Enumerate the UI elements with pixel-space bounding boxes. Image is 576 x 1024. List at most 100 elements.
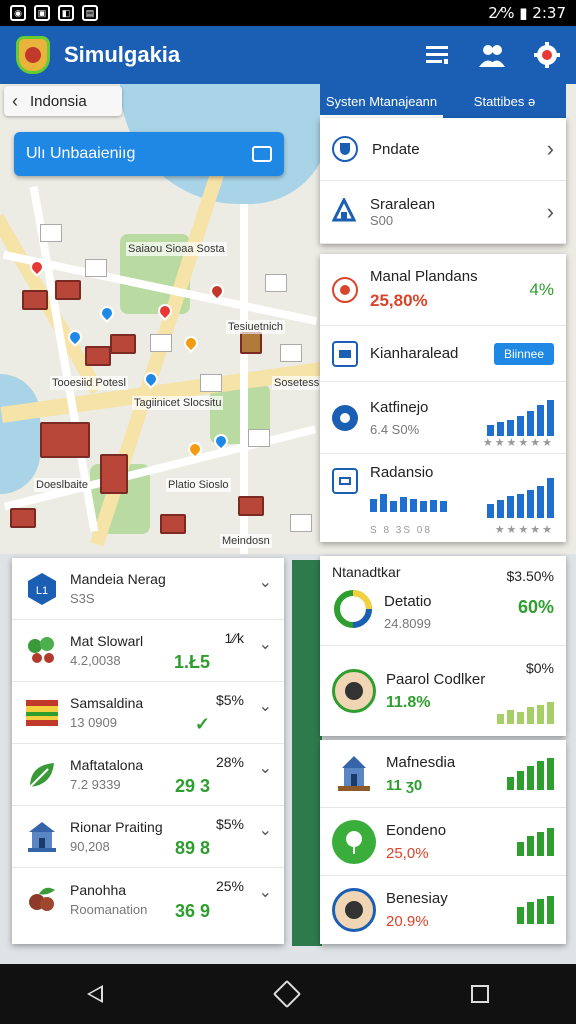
back-icon[interactable] <box>87 985 103 1003</box>
detail-value: 11.8% <box>386 693 431 711</box>
tab-system-management[interactable]: Systen Mtanajeann <box>320 84 443 118</box>
detail-row[interactable]: Eondeno 25,0% <box>320 808 566 876</box>
house-marker <box>110 334 136 354</box>
map-pin[interactable] <box>181 333 201 353</box>
map-label: Doeslbaite <box>34 478 90 492</box>
detail-percent: $3.50% <box>506 568 554 584</box>
list-item[interactable]: Rionar Praiting 90,208 $5% 89 8 ⌄ <box>12 806 284 868</box>
status-right: 2⁄% ▮ 2:37 <box>488 4 566 22</box>
building <box>40 224 62 242</box>
chevron-left-icon[interactable]: ‹ <box>12 91 18 112</box>
system-nav-bar <box>0 964 576 1024</box>
stat-row[interactable]: Manal Plandans 25,80% 4% <box>320 254 566 326</box>
item-sub: Roomanation <box>70 901 148 917</box>
building <box>290 514 312 532</box>
chevron-down-icon[interactable]: ⌄ <box>259 634 272 654</box>
chevron-down-icon[interactable]: ⌄ <box>259 758 272 778</box>
detail-row[interactable]: Ntanadtkar $3.50% Detatio 24.8099 60% <box>320 556 566 646</box>
sparkline-bar <box>400 497 407 512</box>
landmark-marker <box>240 332 262 354</box>
sparkline-bar <box>517 907 524 924</box>
gear-icon <box>332 404 358 431</box>
chevron-down-icon[interactable]: ⌄ <box>259 882 272 902</box>
location-pin-icon <box>332 819 376 864</box>
stat-extra: 4% <box>529 279 554 299</box>
bar-sparkline <box>517 896 554 924</box>
stat-title: Manal Plandans <box>370 268 478 285</box>
list-item-subtitle: S00 <box>370 213 394 228</box>
chat-icon <box>332 340 358 367</box>
detail-row[interactable]: Paarol Codlker 11.8% $0% <box>320 646 566 736</box>
home-icon[interactable] <box>272 979 302 1009</box>
item-name: Samsaldina <box>70 695 144 711</box>
temple-icon <box>24 819 60 855</box>
chevron-right-icon[interactable]: › <box>547 136 554 162</box>
detail-row[interactable]: Benesiay 20.9% <box>320 876 566 944</box>
building <box>265 274 287 292</box>
search-bar[interactable]: Ulı Unbaaieniıg <box>14 132 284 176</box>
item-percent: $5% <box>215 816 244 832</box>
list-item[interactable]: Mat Slowarl 4.2,0038 1⁄⁄k 1.Ł5 ⌄ <box>12 620 284 682</box>
house-marker <box>22 290 48 310</box>
breadcrumb[interactable]: ‹ Indonsia <box>4 86 122 116</box>
recent-apps-icon[interactable] <box>471 985 489 1003</box>
list-item[interactable]: Maftatalona 7.2 9339 28% 29 3 ⌄ <box>12 744 284 806</box>
users-icon[interactable] <box>478 42 506 68</box>
svg-text:L1: L1 <box>36 585 48 597</box>
list-item[interactable]: L1 Mandeia Nerag S3S ⌄ <box>12 558 284 620</box>
item-sub: 7.2 9339 <box>70 777 121 792</box>
status-bar: ◉ ▣ ◧ ▤ 2⁄% ▮ 2:37 <box>0 0 576 26</box>
sparkline-bar <box>527 490 534 518</box>
stat-row[interactable]: Radansio S 8 3S 08 ★★★★★ <box>320 454 566 542</box>
item-value: 36 9 <box>174 901 210 921</box>
list-item[interactable]: Panohha Roomanation 25% 36 9 ⌄ <box>12 868 284 930</box>
list-icon[interactable] <box>424 44 450 66</box>
sparkline-bar <box>527 707 534 724</box>
image-icon[interactable] <box>252 146 272 162</box>
stat-row[interactable]: Kianharalead Biinnee <box>320 326 566 382</box>
item-name: Maftatalona <box>70 757 144 773</box>
tab-statistics[interactable]: Stattibes ə <box>443 84 566 118</box>
map-label: Sosetess <box>272 376 322 390</box>
triangle-icon <box>331 196 357 227</box>
chevron-down-icon[interactable]: ⌄ <box>259 572 272 592</box>
sparkline-bar <box>537 404 544 436</box>
item-sub: S3S <box>70 591 95 606</box>
stat-row[interactable]: Katfinejo 6.4 S0% ★★★★★★ <box>320 382 566 454</box>
chevron-down-icon[interactable]: ⌄ <box>259 696 272 716</box>
item-sub: 13 0909 <box>70 715 117 730</box>
chevron-right-icon[interactable]: › <box>547 199 554 225</box>
status-badge[interactable]: Biinnee <box>493 342 554 365</box>
building <box>280 344 302 362</box>
item-sub: 4.2,0038 <box>70 653 121 668</box>
chevron-down-icon[interactable]: ⌄ <box>259 820 272 840</box>
sparkline-bar <box>410 499 417 512</box>
map-label: Tagiinicet Slocsitu <box>132 396 224 410</box>
item-percent: $5% <box>215 692 244 708</box>
detail-value: 20.9% <box>386 913 429 930</box>
list-item[interactable]: Sraralean S00 › <box>320 181 566 244</box>
rating-dots: ★★★★★ <box>494 524 554 536</box>
gear-icon[interactable] <box>534 42 560 68</box>
sparkline-bar <box>487 504 494 518</box>
list-item[interactable]: Samsaldina 13 0909 $5% ✓ ⌄ <box>12 682 284 744</box>
item-percent: 25% <box>215 878 244 894</box>
sparkline-bar <box>517 415 524 436</box>
sparkline-bar <box>517 770 524 790</box>
sparkline-bar <box>517 494 524 518</box>
stats-panel: Manal Plandans 25,80% 4% Kianharalead Bi… <box>320 254 566 542</box>
house-marker <box>10 508 36 528</box>
building <box>200 374 222 392</box>
search-label: Ulı Unbaaieniıg <box>26 145 136 162</box>
bar-sparkline <box>497 700 554 724</box>
bar-sparkline <box>517 827 554 856</box>
stat-title: Kianharalead <box>370 345 459 362</box>
detail-value: 60% <box>517 597 554 617</box>
bar-sparkline <box>370 490 447 512</box>
image-icon: ▤ <box>82 5 98 21</box>
list-item[interactable]: Pndate › <box>320 118 566 181</box>
app-bar: Simulgakia <box>0 26 576 84</box>
map-pin[interactable] <box>97 303 117 323</box>
detail-row[interactable]: Mafnesdia 11 ʒ0 <box>320 740 566 808</box>
plant-icon <box>24 633 60 669</box>
